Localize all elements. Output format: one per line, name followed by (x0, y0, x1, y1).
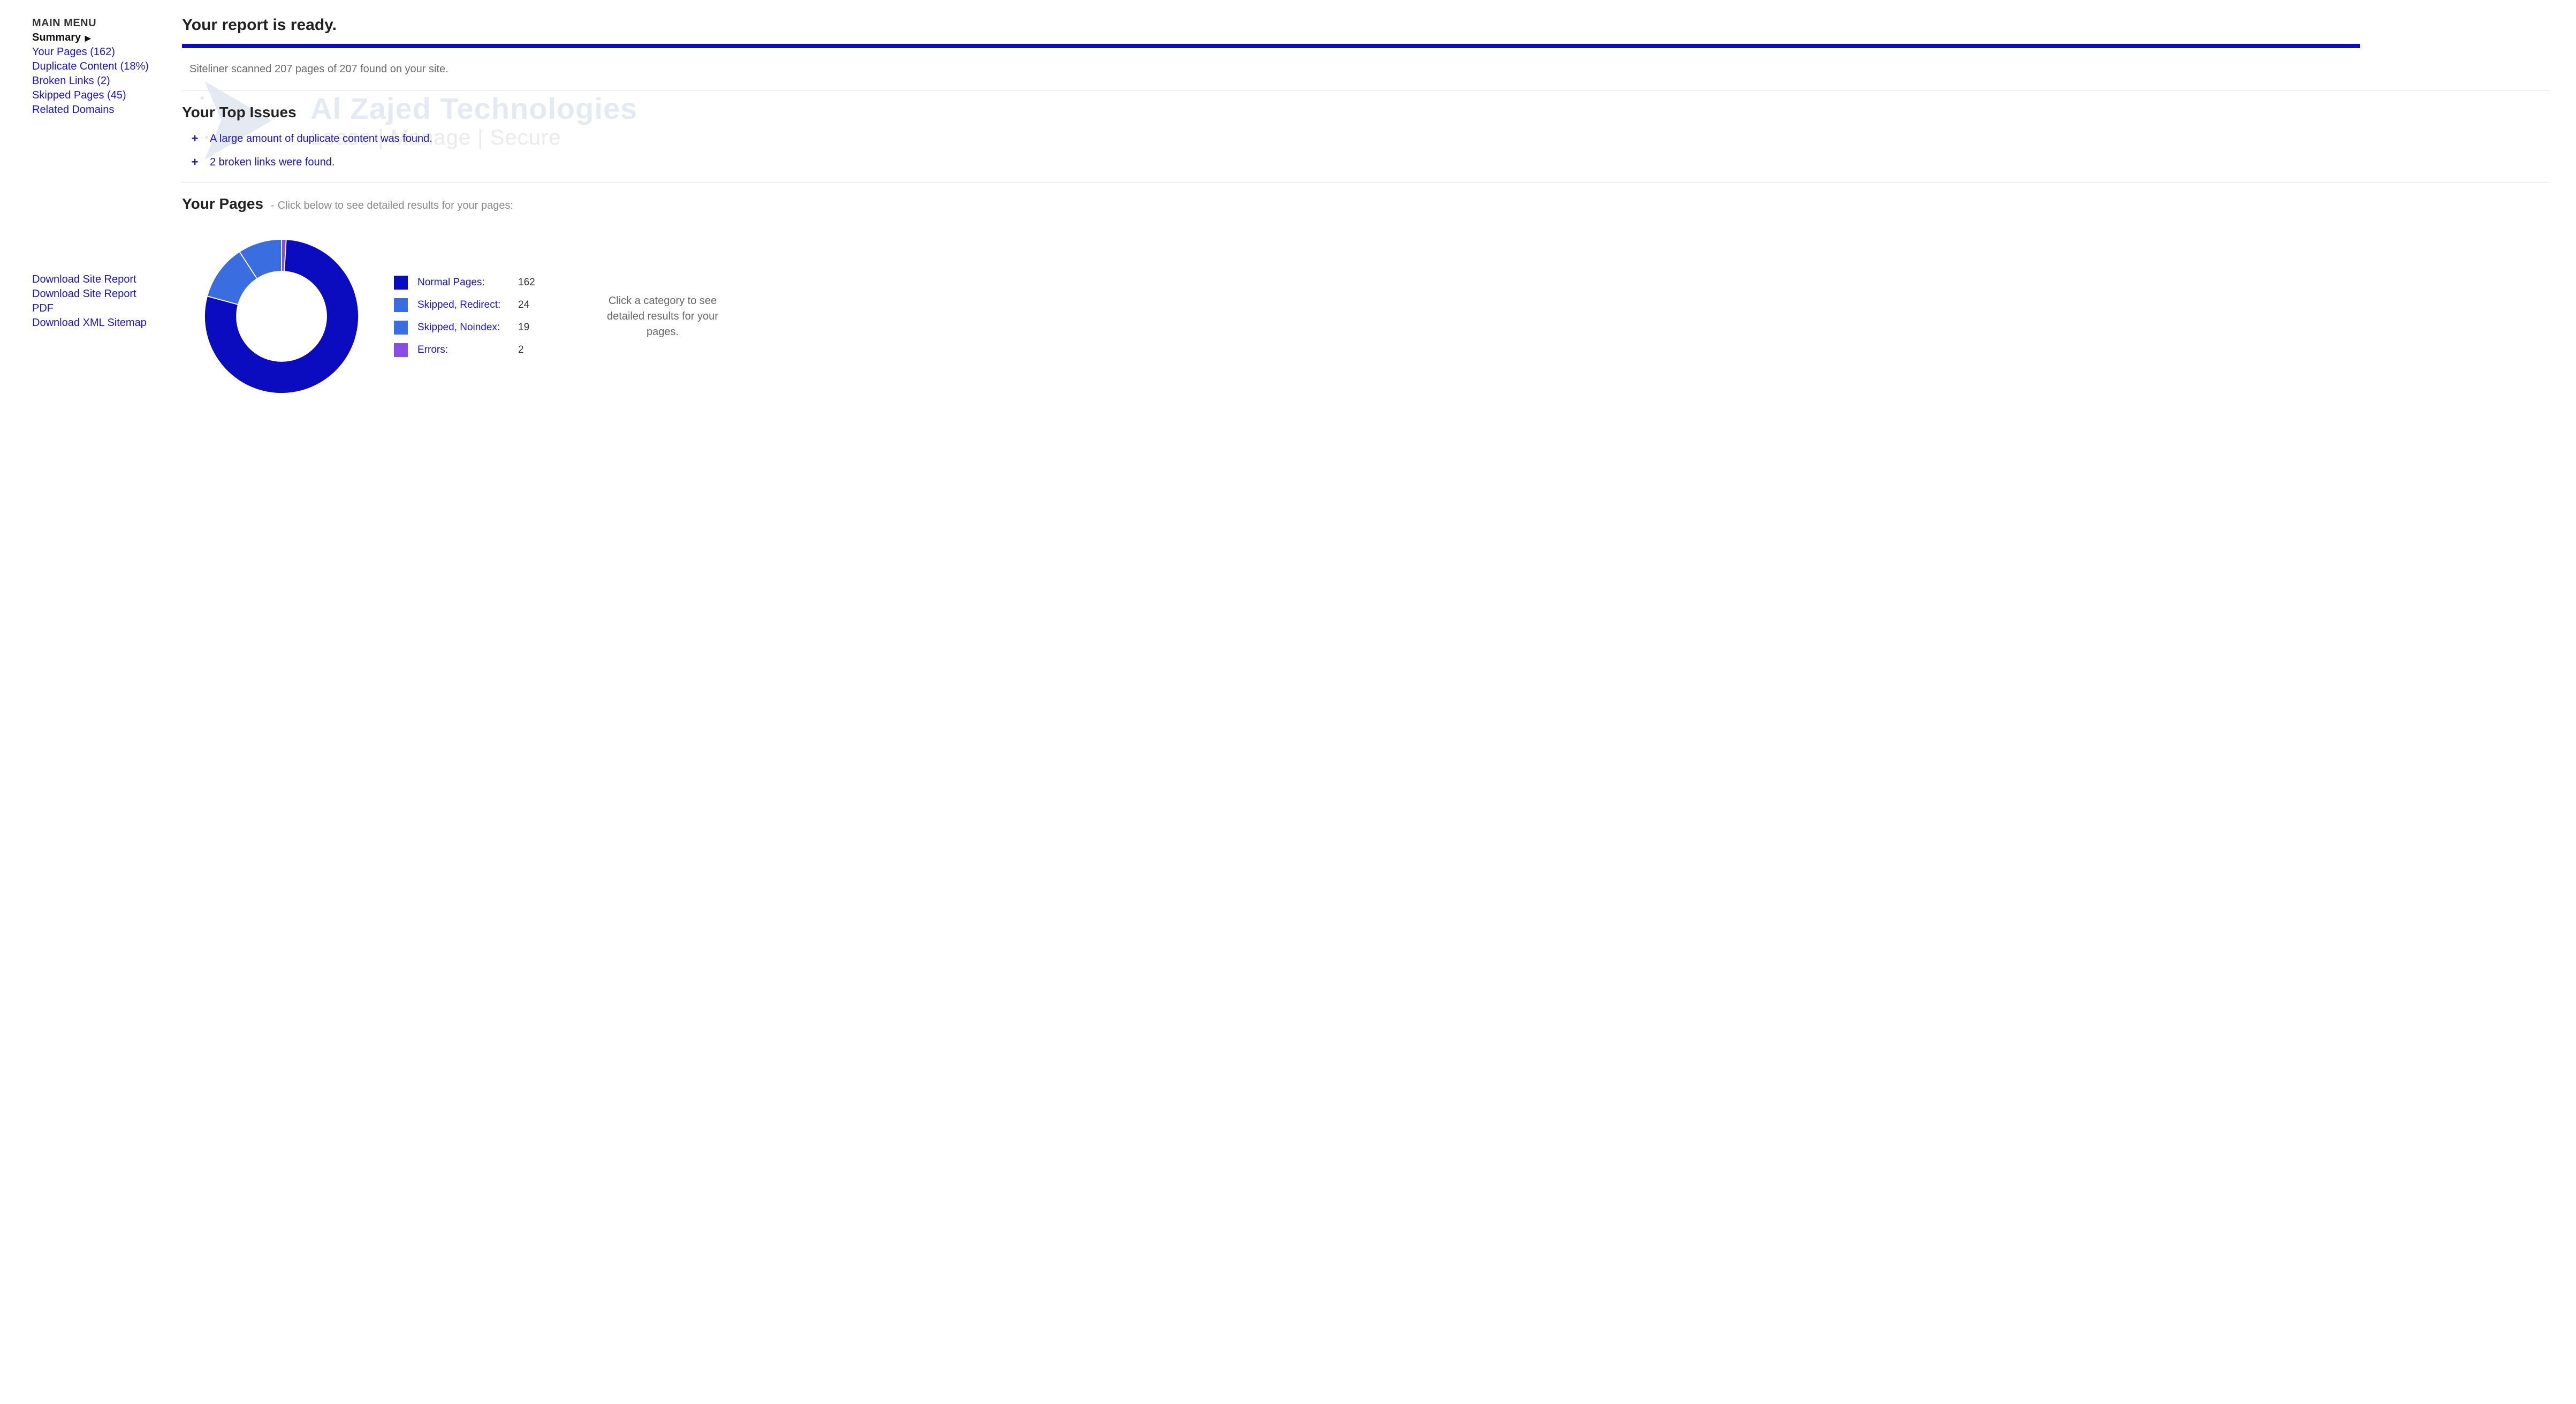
issue-item[interactable]: + 2 broken links were found. (191, 155, 2549, 169)
legend-swatch (394, 343, 408, 357)
pages-donut-chart[interactable] (201, 236, 362, 397)
download-site-report-pdf[interactable]: Download Site Report PDF (32, 287, 150, 316)
legend-label: Errors: (417, 344, 508, 356)
issues-list: + A large amount of duplicate content wa… (191, 132, 2549, 169)
legend-item[interactable]: Errors: 2 (394, 343, 539, 357)
sidebar: MAIN MENU Summary ▶ Your Pages (162) Dup… (32, 16, 150, 397)
legend-value: 2 (518, 344, 539, 356)
legend-value: 19 (518, 322, 539, 333)
sidebar-item-skipped-pages[interactable]: Skipped Pages (45) (32, 88, 150, 103)
legend-item[interactable]: Skipped, Redirect: 24 (394, 298, 539, 312)
your-pages-heading: Your Pages (182, 195, 263, 213)
caret-right-icon: ▶ (85, 34, 91, 42)
sidebar-item-label: Summary (32, 32, 81, 43)
issue-text: A large amount of duplicate content was … (210, 133, 432, 145)
legend-swatch (394, 276, 408, 290)
sidebar-item-summary[interactable]: Summary ▶ (32, 31, 150, 45)
divider-light (182, 90, 2549, 91)
legend-value: 24 (518, 299, 539, 311)
legend-item[interactable]: Skipped, Noindex: 19 (394, 321, 539, 335)
plus-icon: + (191, 132, 199, 146)
report-title: Your report is ready. (182, 16, 2549, 34)
chart-legend: Normal Pages:162Skipped, Redirect:24Skip… (394, 276, 539, 357)
legend-swatch (394, 298, 408, 312)
download-site-report[interactable]: Download Site Report (32, 272, 150, 287)
issue-item[interactable]: + A large amount of duplicate content wa… (191, 132, 2549, 146)
plus-icon: + (191, 155, 199, 169)
menu-title: MAIN MENU (32, 16, 150, 31)
divider-heavy (182, 44, 2360, 48)
your-pages-subtext: -Click below to see detailed results for… (271, 200, 513, 212)
legend-item[interactable]: Normal Pages: 162 (394, 276, 539, 290)
issue-text: 2 broken links were found. (210, 156, 335, 169)
legend-label: Normal Pages: (417, 277, 508, 289)
legend-label: Skipped, Noindex: (417, 322, 508, 333)
top-issues-heading: Your Top Issues (182, 104, 2549, 121)
legend-label: Skipped, Redirect: (417, 299, 508, 311)
sidebar-item-related-domains[interactable]: Related Domains (32, 103, 150, 117)
chart-hint: Click a category to see detailed results… (593, 293, 732, 340)
download-xml-sitemap[interactable]: Download XML Sitemap (32, 316, 150, 330)
legend-value: 162 (518, 277, 539, 289)
scan-summary: Siteliner scanned 207 pages of 207 found… (189, 63, 2549, 75)
divider-light (182, 182, 2549, 183)
sidebar-item-duplicate[interactable]: Duplicate Content (18%) (32, 59, 150, 74)
legend-swatch (394, 321, 408, 335)
sidebar-item-broken-links[interactable]: Broken Links (2) (32, 74, 150, 88)
main: Your report is ready. Siteliner scanned … (182, 16, 2549, 397)
sidebar-item-your-pages[interactable]: Your Pages (162) (32, 45, 150, 59)
